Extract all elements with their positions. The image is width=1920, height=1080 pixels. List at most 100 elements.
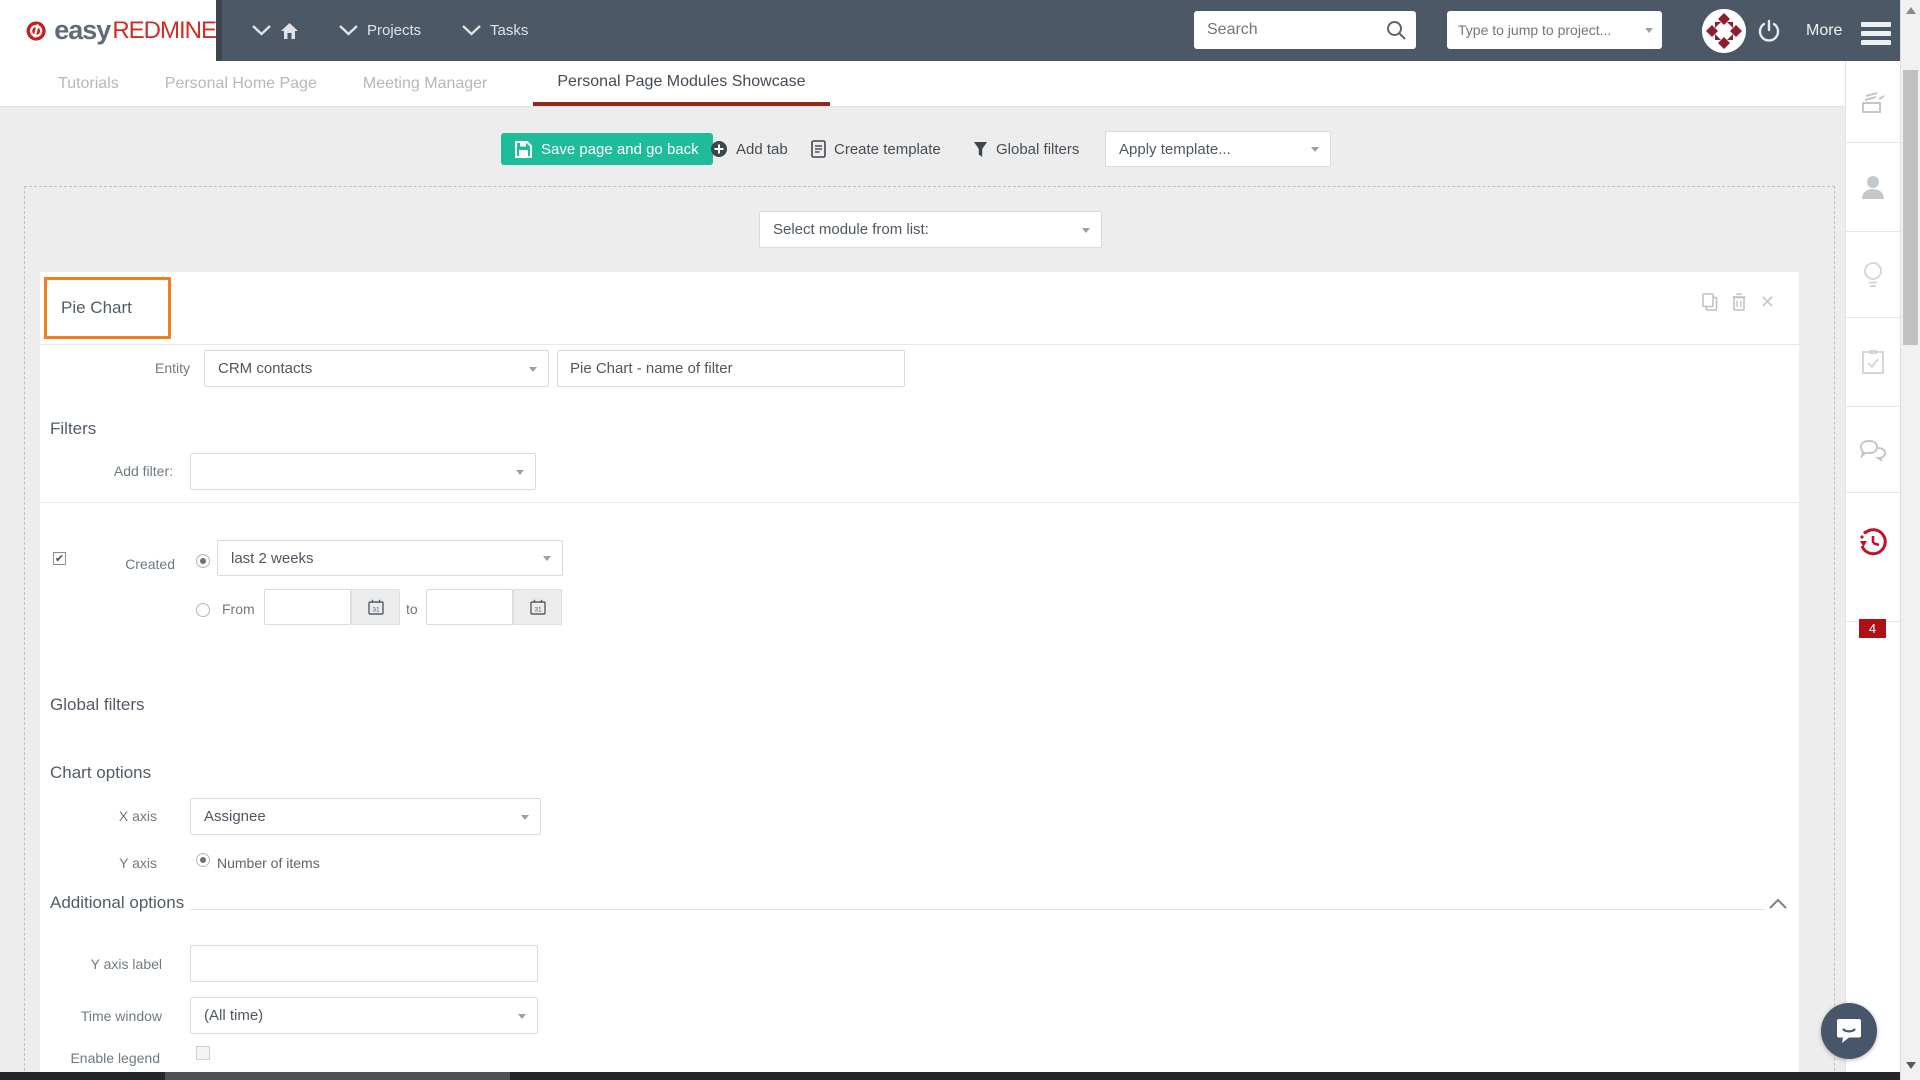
save-icon	[515, 140, 532, 158]
plus-circle-icon	[711, 141, 727, 157]
add-tab-button[interactable]: Add tab	[710, 133, 788, 165]
scroll-down-arrow[interactable]	[1906, 1062, 1916, 1069]
avatar[interactable]	[1702, 9, 1746, 53]
search-box	[1194, 11, 1416, 49]
news-icon	[1862, 91, 1885, 113]
bottom-edge-segment	[165, 1072, 510, 1080]
to-label: to	[406, 601, 418, 617]
chat-bubbles-icon	[1859, 439, 1887, 461]
add-filter-label: Add filter:	[113, 463, 173, 479]
x-axis-value: Assignee	[204, 808, 266, 825]
y-axis-label-label: Y axis label	[90, 956, 162, 972]
apply-template-value: Apply template...	[1119, 140, 1231, 158]
module-title-highlight: Pie Chart	[44, 277, 171, 339]
chevron-down-icon	[1082, 227, 1090, 233]
history-badge: 4	[1859, 619, 1886, 638]
created-label: Created	[125, 556, 175, 572]
enable-legend-label: Enable legend	[70, 1050, 160, 1066]
top-bar: easy REDMINE Projects Tasks Search Type …	[0, 0, 1900, 61]
from-date-input[interactable]	[264, 589, 351, 625]
search-input[interactable]	[1194, 11, 1364, 49]
app-logo[interactable]: easy REDMINE	[0, 0, 222, 61]
chevron-down-icon	[518, 1013, 526, 1019]
document-icon	[811, 140, 826, 158]
chevron-down-icon	[1311, 147, 1319, 152]
close-icon[interactable]: ✕	[1760, 293, 1775, 311]
select-module-value: Select module from list:	[773, 221, 929, 238]
to-date-input[interactable]	[426, 589, 513, 625]
scrollbar-thumb[interactable]	[1903, 70, 1918, 345]
tab-tutorials[interactable]: Tutorials	[58, 61, 119, 106]
y-axis-option-label: Number of items	[217, 855, 320, 871]
more-label: More	[1806, 21, 1843, 39]
apply-template-select[interactable]: Apply template...	[1105, 131, 1331, 167]
chart-options-heading: Chart options	[50, 763, 152, 782]
from-calendar-button[interactable]: 31	[351, 589, 400, 625]
enable-legend-checkbox[interactable]	[196, 1046, 210, 1060]
x-axis-select[interactable]: Assignee	[190, 798, 541, 835]
global-filters-label: Global filters	[996, 140, 1080, 158]
from-label: From	[222, 601, 255, 617]
home-icon	[281, 22, 298, 39]
to-calendar-button[interactable]: 31	[513, 589, 562, 625]
chevron-down-icon	[521, 814, 529, 820]
sidebar-chat-button[interactable]	[1846, 407, 1900, 493]
nav-projects[interactable]: Projects	[339, 0, 421, 61]
hamburger-menu-icon[interactable]	[1861, 22, 1891, 49]
calendar-icon: 31	[367, 599, 384, 615]
save-page-button[interactable]: Save page and go back	[501, 133, 713, 165]
funnel-icon	[974, 141, 987, 157]
history-icon	[1860, 528, 1887, 556]
created-range-radio[interactable]	[196, 603, 210, 617]
filter-name-input[interactable]	[557, 350, 905, 387]
chat-bubble-icon	[1837, 1019, 1861, 1043]
time-window-label: Time window	[80, 1008, 162, 1024]
scroll-up-arrow[interactable]	[1906, 7, 1916, 14]
select-module-dropdown[interactable]: Select module from list:	[759, 211, 1102, 248]
sidebar-news-button[interactable]	[1846, 61, 1900, 143]
additional-options-heading: Additional options	[50, 893, 185, 912]
svg-text:31: 31	[534, 607, 542, 614]
created-period-value: last 2 weeks	[231, 549, 314, 567]
tab-meeting-manager[interactable]: Meeting Manager	[363, 61, 488, 106]
nav-tasks[interactable]: Tasks	[462, 0, 528, 61]
sidebar-tasks-button[interactable]	[1846, 318, 1900, 407]
time-window-select[interactable]: (All time)	[190, 997, 538, 1034]
entity-select[interactable]: CRM contacts	[204, 350, 549, 387]
sidebar-user-button[interactable]	[1846, 143, 1900, 232]
tab-personal-page-modules-showcase[interactable]: Personal Page Modules Showcase	[533, 61, 830, 106]
chevron-down-icon	[543, 556, 551, 561]
nav-home[interactable]	[252, 0, 299, 61]
created-period-radio[interactable]	[196, 554, 210, 568]
live-chat-button[interactable]	[1821, 1003, 1877, 1059]
right-sidebar: 4	[1845, 61, 1900, 1080]
collapse-chevron-up-icon[interactable]	[1769, 898, 1787, 909]
add-tab-label: Add tab	[736, 140, 788, 158]
y-axis-label-input[interactable]	[190, 945, 538, 982]
page-scrollbar[interactable]	[1900, 0, 1920, 1080]
x-axis-label: X axis	[118, 808, 157, 824]
add-filter-select[interactable]	[190, 453, 536, 490]
filters-heading: Filters	[50, 419, 97, 438]
brand-easy: easy	[54, 15, 111, 45]
chevron-down-icon	[462, 25, 481, 36]
divider	[40, 344, 1799, 345]
chevron-down-icon	[339, 25, 358, 36]
trash-icon[interactable]	[1732, 293, 1746, 311]
brand-redmine: REDMINE	[112, 16, 217, 44]
y-axis-count-radio[interactable]	[196, 853, 210, 867]
jump-to-project-input[interactable]	[1447, 11, 1632, 49]
global-filters-button[interactable]: Global filters	[973, 133, 1079, 165]
pie-chart-module-panel: Pie Chart ✕ Entity CRM contacts Filters …	[40, 272, 1799, 1080]
create-template-button[interactable]: Create template	[811, 133, 941, 165]
save-page-label: Save page and go back	[541, 140, 699, 158]
more-menu[interactable]: More	[1806, 0, 1842, 61]
search-icon[interactable]	[1386, 20, 1406, 40]
logout-power-icon[interactable]	[1757, 19, 1781, 43]
sidebar-history-button[interactable]: 4	[1846, 493, 1900, 638]
copy-icon[interactable]	[1702, 293, 1718, 311]
tab-personal-home-page[interactable]: Personal Home Page	[165, 61, 317, 106]
y-axis-label: Y axis	[119, 855, 157, 871]
sidebar-ideas-button[interactable]	[1846, 232, 1900, 318]
created-period-select[interactable]: last 2 weeks	[217, 540, 563, 576]
